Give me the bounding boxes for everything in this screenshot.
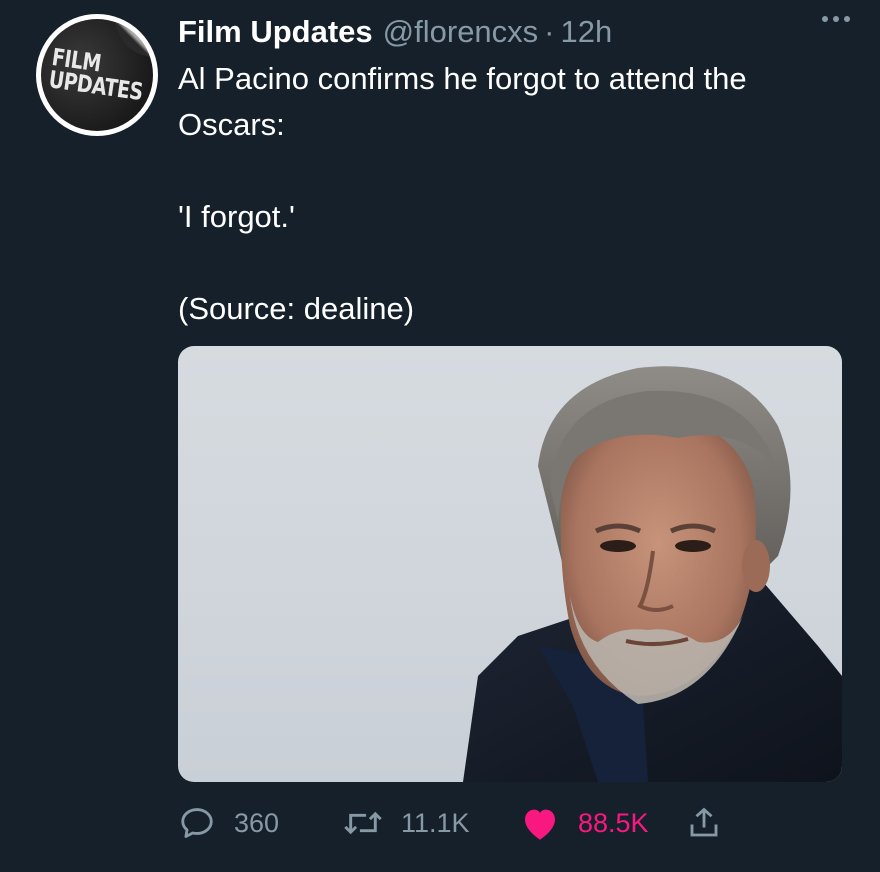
avatar-logo: FILM UPDATES — [41, 19, 153, 131]
tweet-actions: 360 11.1K 88.5K — [178, 798, 842, 848]
retweet-count: 11.1K — [401, 807, 470, 838]
separator: · — [544, 14, 555, 49]
sticker-peel-graphic — [115, 19, 153, 57]
avatar-logo-text: FILM UPDATES — [46, 43, 145, 107]
more-options-icon[interactable] — [822, 16, 850, 22]
heart-icon — [525, 809, 555, 840]
retweet-button[interactable]: 11.1K — [343, 798, 470, 848]
reply-button[interactable]: 360 — [178, 798, 279, 848]
like-button[interactable]: 88.5K — [520, 798, 649, 848]
tweet-line: (Source: dealine) — [178, 291, 415, 326]
portrait-illustration — [463, 366, 842, 782]
reply-count: 360 — [234, 807, 280, 838]
tweet-photo[interactable] — [178, 346, 842, 782]
tweet-text: Al Pacino confirms he forgot to attend t… — [178, 56, 848, 332]
tweet-line: Al Pacino confirms he forgot to attend t… — [178, 61, 747, 96]
tweet-timestamp[interactable]: 12h — [561, 14, 613, 50]
reply-icon — [181, 808, 213, 838]
avatar[interactable]: FILM UPDATES — [36, 14, 158, 136]
like-count: 88.5K — [578, 807, 649, 838]
tweet-line: 'I forgot.' — [178, 199, 295, 234]
author-name[interactable]: Film Updates — [178, 14, 373, 50]
share-button[interactable] — [686, 798, 722, 848]
tweet-header: Film Updates @florencxs · 12h — [178, 10, 850, 54]
author-handle[interactable]: @florencxs — [383, 14, 539, 50]
tweet-line: Oscars: — [178, 107, 285, 142]
share-icon — [690, 807, 718, 837]
retweet-icon — [344, 811, 382, 835]
